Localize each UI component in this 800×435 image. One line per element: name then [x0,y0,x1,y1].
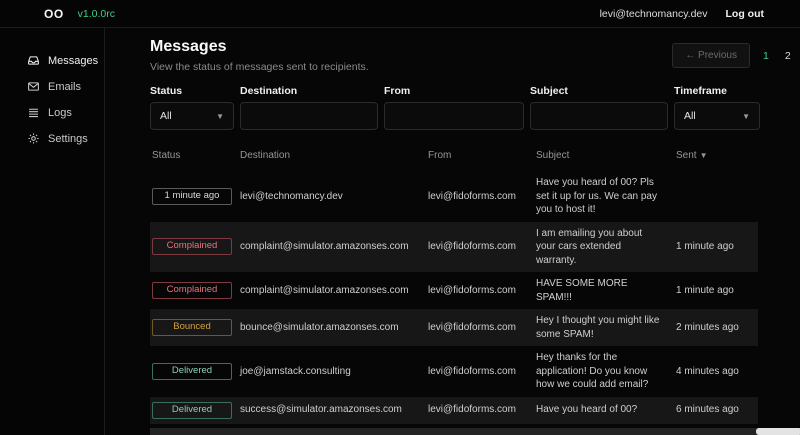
sidebar-item-label: Emails [48,81,81,93]
sent-cell: 2 minutes ago [674,321,758,335]
timeframe-select-value: All [684,110,696,122]
from-input[interactable] [394,110,514,122]
app-logo: OO [44,7,64,21]
from-cell: levi@fidoforms.com [426,240,534,254]
status-select[interactable]: All ▼ [150,102,234,130]
status-badge: Delivered [152,402,232,419]
topbar: OO v1.0.0rc levi@technomancy.dev Log out [0,0,800,28]
column-header-status: Status [150,144,238,171]
filter-status-label: Status [150,85,234,97]
list-icon [27,106,40,119]
table-row[interactable]: Bounced bounce@simulator.amazonses.com l… [150,309,758,346]
horizontal-scrollbar-thumb[interactable] [756,428,800,435]
from-cell: levi@fidoforms.com [426,284,534,298]
main-content: Messages View the status of messages sen… [105,28,800,435]
topbar-right: levi@technomancy.dev Log out [600,8,764,20]
chevron-down-icon: ▼ [742,112,750,121]
page-number-2[interactable]: 2 [782,48,794,64]
table-row[interactable]: Complained complaint@simulator.amazonses… [150,272,758,309]
timeframe-select[interactable]: All ▼ [674,102,760,130]
from-cell: levi@fidoforms.com [426,365,534,379]
horizontal-scrollbar[interactable] [150,428,762,435]
messages-table: Status Destination From Subject Sent▼ 1 … [150,144,758,435]
destination-cell: joe@jamstack.consulting [238,365,426,379]
page-number-1[interactable]: 1 [760,48,772,64]
filter-subject: Subject [530,85,668,130]
destination-cell: bounce@simulator.amazonses.com [238,321,426,335]
sidebar-item-settings[interactable]: Settings [27,132,104,145]
subject-cell: Have you heard of 00? Pls set it up for … [534,176,674,217]
sent-cell: 1 minute ago [674,240,758,254]
sidebar-item-emails[interactable]: Emails [27,80,104,93]
subject-cell: Hey I thought you might like some SPAM! [534,314,674,341]
sent-cell: 6 minutes ago [674,403,758,417]
filters-bar: Status All ▼ Destination From Subject Ti… [150,85,800,130]
from-cell: levi@fidoforms.com [426,403,534,417]
user-email: levi@technomancy.dev [600,8,708,20]
version-badge: v1.0.0rc [78,8,115,20]
from-cell: levi@fidoforms.com [426,190,534,204]
sent-cell: 1 minute ago [674,284,758,298]
sent-cell: 4 minutes ago [674,365,758,379]
logout-button[interactable]: Log out [726,8,764,20]
table-row[interactable]: Delivered success@simulator.amazonses.co… [150,397,758,424]
gear-icon [27,132,40,145]
chevron-down-icon: ▼ [216,112,224,121]
previous-page-button[interactable]: ← Previous [672,43,750,68]
inbox-icon [27,54,40,67]
filter-timeframe: Timeframe All ▼ [674,85,760,130]
filter-from-label: From [384,85,524,97]
page-subtitle: View the status of messages sent to reci… [150,61,369,73]
status-select-value: All [160,110,172,122]
sidebar-item-label: Settings [48,133,88,145]
from-cell: levi@fidoforms.com [426,321,534,335]
filter-destination: Destination [240,85,378,130]
table-header-row: Status Destination From Subject Sent▼ [150,144,758,171]
destination-cell: success@simulator.amazonses.com [238,403,426,417]
filter-destination-label: Destination [240,85,378,97]
subject-cell: Have you heard of 00? [534,403,674,417]
filter-status: Status All ▼ [150,85,234,130]
column-header-subject: Subject [534,144,674,171]
sidebar-item-logs[interactable]: Logs [27,106,104,119]
envelope-icon [27,80,40,93]
sort-desc-icon: ▼ [700,151,708,160]
filter-subject-label: Subject [530,85,668,97]
page-title: Messages [150,38,369,56]
status-badge: 1 minute ago [152,188,232,205]
destination-input[interactable] [250,110,368,122]
filter-from: From [384,85,524,130]
sidebar-item-label: Logs [48,107,72,119]
table-row[interactable]: Delivered joe@jamstack.consulting levi@f… [150,346,758,397]
column-header-destination: Destination [238,144,426,171]
sidebar: Messages Emails Logs Settings [0,28,105,435]
status-badge: Bounced [152,319,232,336]
table-row[interactable]: 1 minute ago levi@technomancy.dev levi@f… [150,171,758,222]
subject-input[interactable] [540,110,658,122]
column-header-from: From [426,144,534,171]
destination-cell: levi@technomancy.dev [238,190,426,204]
filter-timeframe-label: Timeframe [674,85,760,97]
sidebar-item-messages[interactable]: Messages [27,54,104,67]
subject-cell: HAVE SOME MORE SPAM!!! [534,277,674,304]
status-badge: Complained [152,282,232,299]
status-badge: Complained [152,238,232,255]
pagination: ← Previous 1 2 Next → [672,43,800,68]
subject-cell: I am emailing you about your cars extend… [534,227,674,268]
destination-cell: complaint@simulator.amazonses.com [238,240,426,254]
subject-cell: Hey thanks for the application! Do you k… [534,351,674,392]
sidebar-item-label: Messages [48,55,98,67]
table-row[interactable]: Complained complaint@simulator.amazonses… [150,222,758,273]
status-badge: Delivered [152,363,232,380]
destination-cell: complaint@simulator.amazonses.com [238,284,426,298]
column-header-sent[interactable]: Sent▼ [674,144,758,171]
